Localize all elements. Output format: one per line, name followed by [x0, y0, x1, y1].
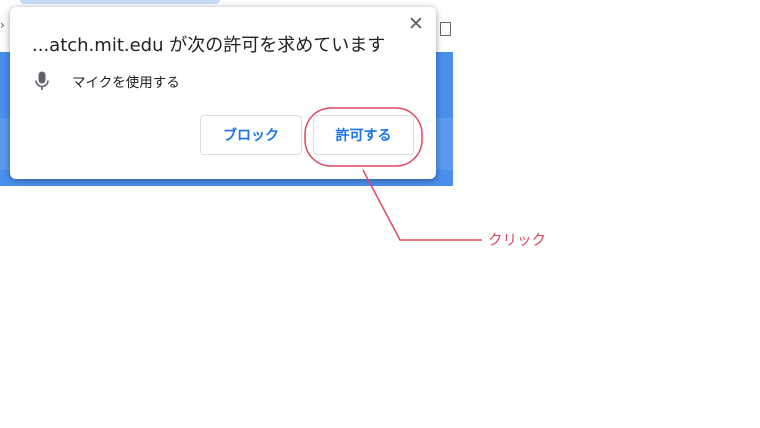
popup-title: ...atch.mit.edu が次の許可を求めています [32, 35, 386, 56]
permission-label: マイクを使用する [72, 75, 180, 91]
screenshot-stage: › ...atch.mit.edu が次の許可を求めています ✕ マイクを使用す… [0, 0, 760, 428]
browser-toolbar-icon[interactable] [440, 22, 451, 36]
block-button[interactable]: ブロック [200, 115, 302, 155]
permission-popup: ...atch.mit.edu が次の許可を求めています ✕ マイクを使用する … [10, 7, 436, 179]
permission-row: マイクを使用する [32, 70, 180, 92]
browser-tab-edge [20, 0, 220, 4]
allow-button[interactable]: 許可する [313, 115, 414, 155]
annotation-label: クリック [488, 233, 546, 249]
browser-edge-glyph: › [0, 18, 5, 32]
microphone-icon [32, 70, 52, 92]
close-button[interactable]: ✕ [406, 13, 426, 35]
close-icon: ✕ [408, 13, 424, 35]
